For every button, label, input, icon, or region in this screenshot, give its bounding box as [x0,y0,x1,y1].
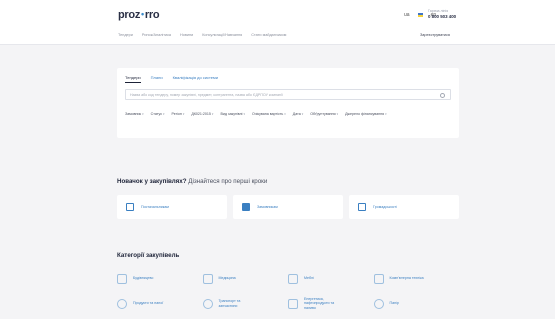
register-link[interactable]: Зареєструватися [420,33,450,37]
categories-grid: Будівництво Медицина Меблі Комп'ютерна т… [117,272,459,310]
filter-label: Очікувана вартість [251,112,284,116]
tab-qualification[interactable]: Кваліфікація до системи [173,73,218,83]
category-medicine[interactable]: Медицина [202,272,289,285]
filter-label: ДК021:2015 [191,112,211,116]
search-tabs: Тендери Плани Кваліфікація до системи [125,73,218,83]
food-icon [117,298,127,309]
hotline: Гаряча лінія 0 800 503 400 [428,9,456,20]
category-label: Будівництво [133,276,154,281]
filter-bar: Замовник ▾ Статус ▾ Регіон ▾ ДК021:2015 ▾ Ви… [125,112,387,116]
filter-region[interactable]: Регіон ▾ [172,112,185,116]
filter-dk021[interactable]: ДК021:2015 ▾ [191,112,213,116]
chevron-down-icon: ▾ [243,112,245,116]
chevron-down-icon: ▾ [142,112,144,116]
filter-label: Регіон [171,112,182,116]
filter-customer[interactable]: Замовник ▾ [125,112,144,116]
category-computers[interactable]: Комп'ютерна техніка [373,272,460,285]
first-steps-title-rest: Дізнайтеся про перші кроки [186,178,268,185]
chevron-down-icon: ▾ [163,112,165,116]
nav-item-consulting[interactable]: Консультації/Навчання [202,33,242,37]
category-paper[interactable]: Папір [373,297,460,310]
category-furniture[interactable]: Меблі [288,272,374,285]
suppliers-card[interactable]: Постачальникам [117,195,227,219]
chevron-down-icon: ▾ [182,112,185,116]
chevron-down-icon: ▾ [301,112,304,116]
filter-funding-source[interactable]: Джерело фінансування ▾ [345,112,386,116]
category-label: Меблі [304,276,314,281]
nav-item-market[interactable]: Ринок/Аналітика [142,33,171,37]
category-food[interactable]: Продукти та напої [117,297,203,310]
nav-item-tenders[interactable]: Тендери [118,33,133,37]
search-icon[interactable] [440,92,445,98]
filter-justification[interactable]: Обґрунтування ▾ [310,112,338,116]
category-label: Медицина [218,276,236,281]
suppliers-card-label: Постачальникам [141,205,169,209]
search-placeholder: Назва або код тендеру, номер закупівлі, … [130,93,283,97]
lang-ua[interactable]: ua [404,12,410,18]
category-label: Папір [389,301,399,306]
building-icon [242,203,250,211]
chevron-down-icon: ▾ [385,112,387,116]
customers-card[interactable]: Замовникам [233,195,343,219]
monitor-icon [358,203,366,211]
chevron-down-icon: ▾ [336,112,339,116]
category-construction[interactable]: Будівництво [117,272,203,285]
filter-label: Замовник [125,112,142,116]
public-card[interactable]: Громадськості [349,195,459,219]
tab-plans[interactable]: Плани [151,73,163,83]
filter-label: Обґрунтування [310,112,336,116]
first-steps-cards: Постачальникам Замовникам Громадськості [117,195,459,219]
search-panel: Тендери Плани Кваліфікація до системи На… [117,68,459,138]
filter-date[interactable]: Дата ▾ [293,112,303,116]
paper-icon [373,298,384,309]
filter-label: Статус [150,112,163,116]
logo-dot: • [141,9,144,19]
filter-label: Вид закупівлі [220,112,243,116]
categories-title: Категорії закупівель [117,252,180,259]
furniture-icon [288,273,298,284]
public-card-label: Громадськості [373,205,397,209]
customers-card-label: Замовникам [257,205,278,209]
nav-item-platform[interactable]: Стати майданчиком [251,33,286,37]
hotline-number[interactable]: 0 800 503 400 [428,14,456,20]
filter-label: Джерело фінансування [345,112,385,116]
category-label: Продукти та напої [133,301,164,306]
transport-icon [202,298,213,309]
construction-icon [117,273,127,284]
filter-label: Дата [292,112,301,116]
supplier-icon [126,203,134,211]
energy-icon [288,298,298,309]
chevron-down-icon: ▾ [284,112,286,116]
category-label: Комп'ютерна техніка [389,276,424,281]
first-steps-title: Новачок у закупівлях? Дізнайтеся про пер… [117,178,267,185]
search-input[interactable]: Назва або код тендеру, номер закупівлі, … [125,89,451,100]
nav-item-news[interactable]: Новини [180,33,193,37]
flag-icon[interactable] [417,13,423,17]
first-steps-title-bold: Новачок у закупівлях? [117,178,187,185]
logo-text-left: proz [118,9,141,21]
filter-status[interactable]: Статус ▾ [151,112,165,116]
filter-expected-value[interactable]: Очікувана вартість ▾ [252,112,286,116]
category-energy[interactable]: Енергетика, нафтопродукти та паливо [288,297,374,310]
category-label: Енергетика, нафтопродукти та паливо [304,296,335,310]
tab-tenders[interactable]: Тендери [125,73,141,83]
chevron-down-icon: ▾ [211,112,214,116]
medicine-icon [202,273,213,284]
main-nav: Тендери Ринок/Аналітика Новини Консульта… [118,33,286,37]
category-transport[interactable]: Транспорт та запчастини [202,297,289,310]
category-label: Транспорт та запчастини [218,298,241,308]
computer-icon [373,273,384,284]
logo-text-right: rro [144,9,160,21]
filter-procurement-type[interactable]: Вид закупівлі ▾ [220,112,245,116]
site-header: proz•rro ua en Гаряча лінія 0 800 503 40… [0,0,555,45]
logo[interactable]: proz•rro [118,9,160,21]
